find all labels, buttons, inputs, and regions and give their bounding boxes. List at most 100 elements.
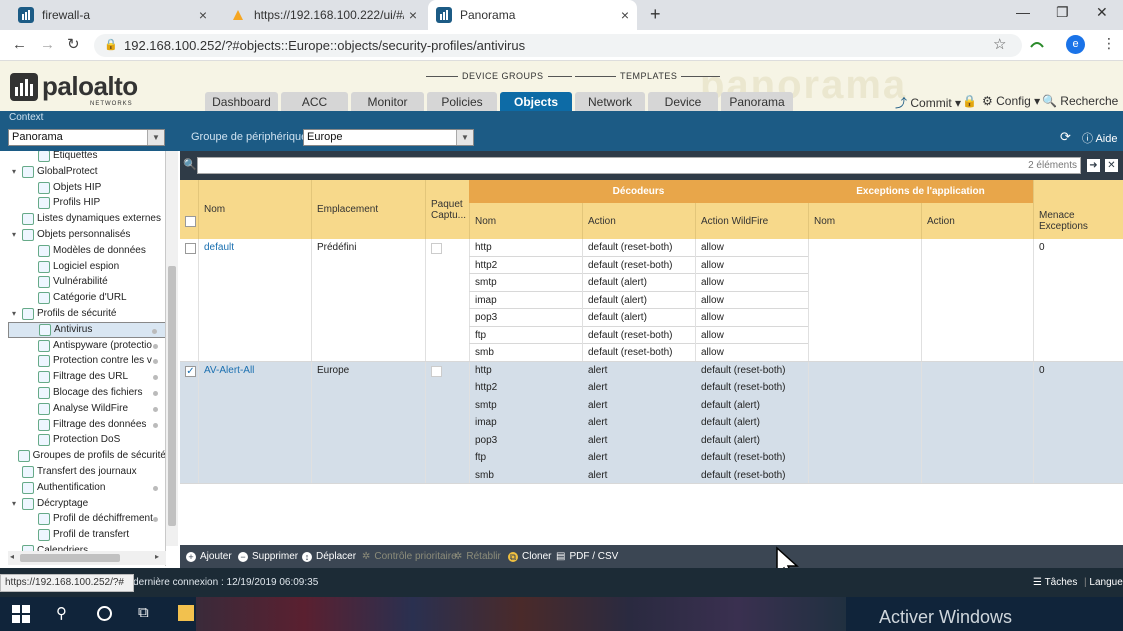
tree-item[interactable]: Groupes de profils de sécurité <box>8 448 165 464</box>
column-header-decoder-action[interactable]: Action <box>582 203 695 239</box>
language-button[interactable]: | Langue <box>1084 577 1123 588</box>
profile-name-link[interactable]: default <box>198 239 311 256</box>
tree-item[interactable]: Blocage des fichiers <box>8 385 165 401</box>
tree-item[interactable]: Transfert des journaux <box>8 464 165 480</box>
tree-item[interactable]: ▾ Objets personnalisés <box>8 227 165 243</box>
column-header-name[interactable]: Nom <box>198 180 311 239</box>
scroll-thumb[interactable] <box>168 266 176 526</box>
filter-input[interactable] <box>197 157 1081 174</box>
column-header-exception-name[interactable]: Nom <box>808 203 921 239</box>
move-button[interactable]: ↕ Déplacer <box>302 551 356 562</box>
tree-item[interactable]: Objets HIP <box>8 180 165 196</box>
tree-item[interactable]: Profil de transfert <box>8 527 165 543</box>
url-field[interactable]: 🔒 192.168.100.252/?#objects::Europe::obj… <box>94 34 1022 57</box>
column-header-location[interactable]: Emplacement <box>311 180 425 239</box>
bookmark-star-icon[interactable]: ☆ <box>993 35 1006 53</box>
row-checkbox[interactable]: ✓ <box>185 365 196 377</box>
help-button[interactable]: ⓘ Aide <box>1082 130 1117 146</box>
tab-acc[interactable]: ACC <box>281 92 348 112</box>
file-explorer-icon[interactable] <box>178 605 194 621</box>
tab-panorama[interactable]: Panorama <box>721 92 793 112</box>
tree-item[interactable]: Protection contre les v <box>8 353 165 369</box>
tasks-button[interactable]: ☰ Tâches <box>1033 577 1077 588</box>
tree-item[interactable]: Protection DoS <box>8 432 165 448</box>
tab-monitor[interactable]: Monitor <box>351 92 424 112</box>
forward-arrow-icon[interactable]: → <box>40 36 55 53</box>
tree-item[interactable]: Profil de déchiffrement <box>8 511 165 527</box>
sidebar-horizontal-scrollbar[interactable]: ◂ ▸ <box>8 551 166 565</box>
browser-tab-firewall[interactable]: firewall-a × <box>10 0 215 30</box>
tree-item[interactable]: ▾ GlobalProtect <box>8 164 165 180</box>
profile-name-link[interactable]: AV-Alert-All <box>198 362 311 379</box>
tree-item[interactable]: Filtrage des données <box>8 417 165 433</box>
close-tab-icon[interactable]: × <box>621 7 629 23</box>
taskbar-search-icon[interactable]: ⚲ <box>56 604 67 622</box>
menu-kebab-icon[interactable]: ⋮ <box>1102 35 1116 52</box>
new-tab-button[interactable]: + <box>650 4 661 25</box>
refresh-icon[interactable]: ⟳ <box>1060 129 1071 145</box>
override-button[interactable]: ✲ Contrôle prioritaire <box>362 551 457 562</box>
expand-toggle-icon[interactable]: ▾ <box>12 227 20 243</box>
clear-filter-icon[interactable]: ✕ <box>1105 159 1118 172</box>
tab-network[interactable]: Network <box>575 92 645 112</box>
scroll-left-icon[interactable]: ◂ <box>10 552 14 561</box>
packet-capture-checkbox[interactable] <box>431 365 442 377</box>
restore-button[interactable]: ❐ <box>1056 4 1069 21</box>
tree-item[interactable]: ▾ Profils de sécurité <box>8 306 165 322</box>
reload-icon[interactable]: ↻ <box>67 35 80 53</box>
window-close-button[interactable]: ✕ <box>1096 4 1108 21</box>
expand-toggle-icon[interactable]: ▾ <box>12 496 20 512</box>
tree-item[interactable]: Catégorie d'URL <box>8 290 165 306</box>
delete-button[interactable]: − Supprimer <box>238 551 298 562</box>
tree-item[interactable]: Antivirus <box>8 321 165 338</box>
row-checkbox[interactable] <box>185 243 196 254</box>
column-header-threat-exceptions[interactable]: Menace Exceptions <box>1033 203 1123 239</box>
tree-item[interactable]: ▾ Décryptage <box>8 496 165 512</box>
sidebar-vertical-scrollbar[interactable] <box>166 151 178 546</box>
packet-capture-checkbox[interactable] <box>431 243 442 254</box>
context-select[interactable]: Panorama ▼ <box>8 129 165 146</box>
search-button[interactable]: 🔍 Recherche <box>1042 94 1118 108</box>
tab-objects[interactable]: Objects <box>500 92 572 112</box>
tree-item[interactable]: Analyse WildFire <box>8 401 165 417</box>
column-header-exception-action[interactable]: Action <box>921 203 1033 239</box>
lock-config-icon[interactable]: 🔒 <box>962 94 977 108</box>
task-view-icon[interactable]: ⧉ <box>138 604 149 621</box>
tab-policies[interactable]: Policies <box>427 92 497 112</box>
scroll-thumb[interactable] <box>20 554 120 562</box>
column-header-packet-capture[interactable]: Paquet Captu... <box>425 180 469 239</box>
select-all-checkbox[interactable] <box>185 216 196 227</box>
windows-start-icon[interactable] <box>12 605 30 623</box>
tree-item[interactable]: Modèles de données <box>8 243 165 259</box>
expand-toggle-icon[interactable]: ▾ <box>12 164 20 180</box>
close-tab-icon[interactable]: × <box>199 7 207 23</box>
apply-filter-icon[interactable]: ➜ <box>1087 159 1100 172</box>
tree-item[interactable]: Antispyware (protectio <box>8 338 165 354</box>
extension-icon[interactable] <box>1030 39 1044 52</box>
add-button[interactable]: + Ajouter <box>186 551 232 562</box>
tree-item[interactable]: Listes dynamiques externes <box>8 211 165 227</box>
config-button[interactable]: ⚙ Config ▾ <box>982 94 1040 108</box>
commit-button[interactable]: ⤴ Commit ▾ <box>895 94 961 111</box>
clone-button[interactable]: ⧉ Cloner <box>508 551 551 562</box>
cortana-icon[interactable] <box>97 606 112 621</box>
scroll-right-icon[interactable]: ▸ <box>155 552 159 561</box>
close-tab-icon[interactable]: × <box>409 7 417 23</box>
tab-device[interactable]: Device <box>648 92 718 112</box>
tree-item[interactable]: Authentification <box>8 480 165 496</box>
column-header-decoder-name[interactable]: Nom <box>469 203 582 239</box>
revert-button[interactable]: ✲ Rétablir <box>454 551 501 562</box>
tree-item[interactable]: Logiciel espion <box>8 259 165 275</box>
back-arrow-icon[interactable]: ← <box>12 36 27 53</box>
tree-item[interactable]: Vulnérabilité <box>8 274 165 290</box>
minimize-button[interactable]: — <box>1016 4 1030 20</box>
tree-item[interactable]: Profils HIP <box>8 195 165 211</box>
device-group-select[interactable]: Europe ▼ <box>303 129 474 146</box>
pdf-csv-button[interactable]: ▤ PDF / CSV <box>556 551 618 562</box>
column-header-wildfire-action[interactable]: Action WildFire <box>695 203 808 239</box>
tree-item[interactable]: Étiquettes <box>8 151 165 164</box>
browser-tab-log[interactable]: https://192.168.100.222/ui/#/log × <box>222 0 425 30</box>
browser-tab-panorama[interactable]: Panorama × <box>428 0 637 30</box>
tree-item[interactable]: Filtrage des URL <box>8 369 165 385</box>
expand-toggle-icon[interactable]: ▾ <box>12 306 20 322</box>
